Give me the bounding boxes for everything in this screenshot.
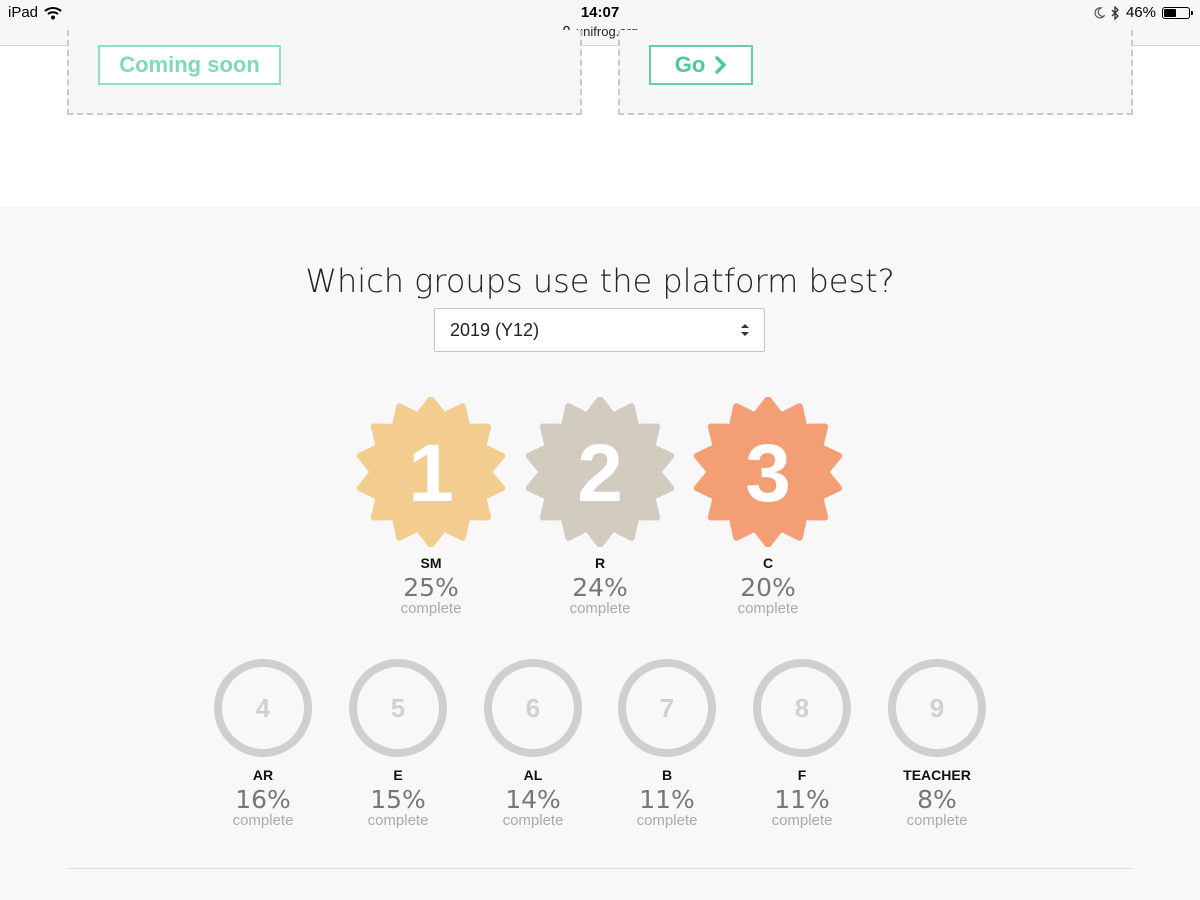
bluetooth-icon [1111, 5, 1119, 20]
group-name: B [661, 767, 673, 783]
coming-soon-button[interactable]: Coming soon [98, 45, 281, 85]
group-percent: 8% [917, 785, 957, 814]
group-name: R [594, 555, 606, 571]
podium-rank: 1 [408, 428, 454, 519]
complete-label: complete [569, 600, 631, 617]
rank-circle: 9 [888, 659, 986, 757]
group-name: E [393, 767, 403, 783]
group-name: C [762, 555, 774, 571]
leaderboard-section: Which groups use the platform best? 2019… [0, 207, 1200, 900]
rank-item: 4 AR 16% complete [203, 659, 323, 829]
podium-item: 1 SM 25% complete [356, 397, 506, 617]
status-right: 46% [1093, 4, 1193, 21]
group-name: TEACHER [903, 767, 971, 783]
group-percent: 20% [740, 573, 796, 602]
group-percent: 15% [370, 785, 426, 814]
section-heading: Which groups use the platform best? [305, 262, 895, 300]
moon-icon [1094, 6, 1105, 18]
rosette-badge-icon: 3 [693, 397, 843, 547]
rank-item: 5 E 15% complete [338, 659, 458, 829]
select-arrows-icon [741, 324, 749, 336]
year-select[interactable]: 2019 (Y12) [434, 308, 765, 352]
complete-label: complete [906, 812, 968, 829]
complete-label: complete [737, 600, 799, 617]
complete-label: complete [771, 812, 833, 829]
group-percent: 14% [505, 785, 561, 814]
group-name: AR [252, 767, 274, 783]
divider [67, 868, 1133, 869]
rosette-badge-icon: 1 [356, 397, 506, 547]
year-select-value: 2019 (Y12) [450, 319, 540, 340]
group-percent: 24% [572, 573, 628, 602]
group-name: SM [420, 555, 442, 571]
chevron-right-icon [715, 56, 727, 74]
feature-card-right: Go [618, 30, 1133, 115]
podium-rank: 3 [745, 428, 791, 519]
group-name: AL [523, 767, 543, 783]
go-button[interactable]: Go [649, 45, 753, 85]
rank-circle: 4 [214, 659, 312, 757]
rank-item: 6 AL 14% complete [473, 659, 593, 829]
rank-circle: 5 [349, 659, 447, 757]
rank-item: 7 B 11% complete [607, 659, 727, 829]
complete-label: complete [367, 812, 429, 829]
rank-item: 8 F 11% complete [742, 659, 862, 829]
complete-label: complete [232, 812, 294, 829]
complete-label: complete [502, 812, 564, 829]
feature-card-left: Coming soon [67, 30, 582, 115]
complete-label: complete [636, 812, 698, 829]
rank-circle: 6 [484, 659, 582, 757]
coming-soon-label: Coming soon [119, 52, 260, 77]
complete-label: complete [400, 600, 462, 617]
rank-circle: 7 [618, 659, 716, 757]
podium-item: 2 R 24% complete [525, 397, 675, 617]
battery-percent: 46% [1125, 4, 1156, 21]
podium-item: 3 C 20% complete [693, 397, 843, 617]
group-percent: 11% [774, 785, 830, 814]
clock: 14:07 [580, 4, 620, 21]
podium-rank: 2 [577, 428, 623, 519]
rank-item: 9 TEACHER 8% complete [877, 659, 997, 829]
group-percent: 16% [235, 785, 291, 814]
group-name: F [797, 767, 807, 783]
rank-circle: 8 [753, 659, 851, 757]
go-label: Go [674, 52, 706, 77]
battery-icon [1162, 6, 1193, 19]
rosette-badge-icon: 2 [525, 397, 675, 547]
group-percent: 11% [639, 785, 695, 814]
group-percent: 25% [403, 573, 459, 602]
